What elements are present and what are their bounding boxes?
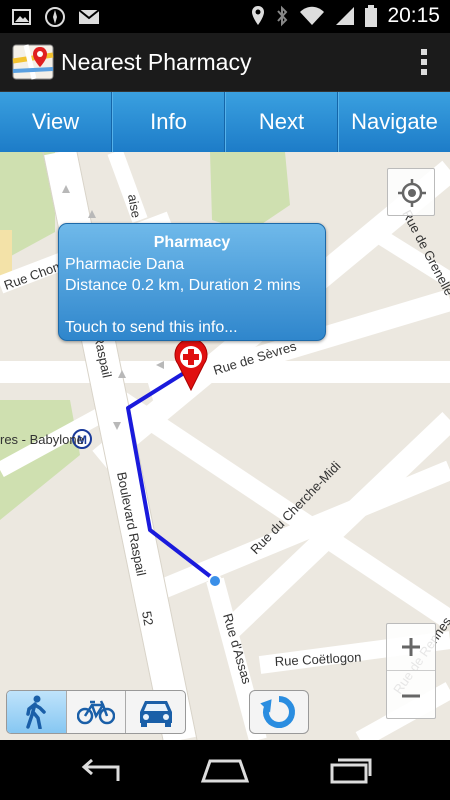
car-mode-button[interactable] <box>126 691 185 733</box>
distance-duration: Distance 0.2 km, Duration 2 mins <box>65 277 301 294</box>
tab-view[interactable]: View <box>0 92 112 152</box>
bluetooth-icon <box>277 5 288 27</box>
pharmacy-info-popup[interactable]: Pharmacy Pharmacie Dana Distance 0.2 km,… <box>58 223 326 341</box>
home-icon <box>200 759 250 783</box>
tab-next-label: Next <box>258 109 305 134</box>
refresh-icon <box>260 696 295 728</box>
tab-view-label: View <box>31 109 80 134</box>
battery-icon <box>365 5 378 27</box>
park-area <box>210 152 290 232</box>
system-nav-bar <box>0 740 450 800</box>
tab-navigate-label: Navigate <box>351 109 438 134</box>
home-button[interactable] <box>195 750 255 790</box>
back-icon <box>81 758 120 781</box>
back-button[interactable] <box>70 750 130 790</box>
zoom-control <box>386 623 436 719</box>
bike-mode-button[interactable] <box>67 691 127 733</box>
recents-button[interactable] <box>320 750 380 790</box>
road-number-label: 52 <box>139 610 156 627</box>
status-bar: 20:15 <box>0 0 450 33</box>
refresh-button[interactable] <box>249 690 309 734</box>
map-view[interactable]: M Rue de Sèvres Boulevard Raspail Raspai… <box>0 152 450 740</box>
street-label: Rue Coëtlogon <box>274 649 361 669</box>
tab-bar: View Info Next Navigate <box>0 92 450 152</box>
status-clock: 20:15 <box>387 4 440 27</box>
travel-mode-selector <box>6 690 186 734</box>
street-label: res - Babylone <box>0 432 84 447</box>
minus-icon <box>402 694 420 697</box>
zoom-in-button[interactable] <box>387 624 435 671</box>
tab-info[interactable]: Info <box>112 92 225 152</box>
gmail-icon <box>78 9 100 24</box>
street-label: aise <box>125 193 144 219</box>
my-location-icon <box>398 179 426 207</box>
image-icon <box>12 9 31 25</box>
app-screen: 20:15 Nearest Pharmacy View Info Next Na… <box>0 0 450 800</box>
plus-icon <box>402 638 420 656</box>
tab-next[interactable]: Next <box>225 92 338 152</box>
compass-icon <box>45 7 65 27</box>
popup-title: Pharmacy <box>153 234 231 251</box>
tab-info-label: Info <box>150 109 187 134</box>
zoom-out-button[interactable] <box>387 672 435 719</box>
recents-icon <box>330 758 372 784</box>
current-location-dot <box>208 574 222 588</box>
tab-navigate[interactable]: Navigate <box>338 92 450 152</box>
signal-icon <box>336 7 355 25</box>
pharmacy-name: Pharmacie Dana <box>65 256 185 273</box>
bike-mode-icon <box>77 700 115 725</box>
maps-pin-icon[interactable] <box>12 41 54 83</box>
car-mode-icon <box>139 701 172 727</box>
app-title: Nearest Pharmacy <box>61 49 252 75</box>
location-icon <box>252 6 265 25</box>
overflow-menu-icon[interactable] <box>420 47 428 77</box>
walk-mode-icon <box>26 695 47 729</box>
walk-mode-button[interactable] <box>7 691 67 733</box>
my-location-button[interactable] <box>387 168 435 216</box>
action-bar: Nearest Pharmacy <box>0 33 450 92</box>
wifi-icon <box>300 6 325 25</box>
send-info-link[interactable]: Touch to send this info... <box>65 317 319 338</box>
